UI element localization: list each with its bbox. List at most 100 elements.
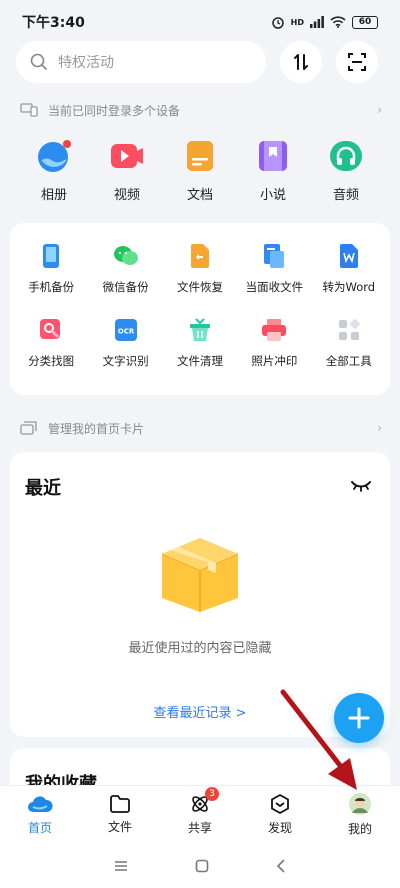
avatar-icon — [349, 793, 371, 815]
tool-label: 分类找图 — [28, 354, 75, 368]
category-album[interactable]: 相册 — [24, 138, 84, 208]
category-video[interactable]: 视频 — [97, 138, 157, 208]
share-badge: 3 — [205, 787, 219, 801]
file-restore-icon — [190, 244, 209, 268]
manage-cards-banner[interactable]: 管理我的首页卡片 › — [20, 416, 382, 440]
audio-icon — [330, 141, 362, 171]
category-row: 相册 视频 文档 小说 音频 — [10, 138, 390, 208]
transfer-button[interactable] — [280, 41, 322, 83]
scan-icon — [348, 53, 366, 71]
battery-level: 60 — [358, 17, 372, 27]
tool-phone-backup[interactable]: 手机备份 — [14, 243, 88, 295]
hide-toggle-button[interactable] — [350, 478, 372, 497]
tool-wechat-backup[interactable]: 微信备份 — [88, 243, 162, 295]
tool-label: 文字识别 — [102, 354, 149, 368]
devices-banner-text: 当前已同时登录多个设备 — [48, 103, 181, 118]
devices-banner[interactable]: 当前已同时登录多个设备 › — [20, 98, 382, 122]
tool-label: 手机备份 — [28, 280, 75, 294]
signal-icon — [310, 16, 324, 28]
plus-icon — [348, 707, 370, 729]
tool-receive-file[interactable]: 当面收文件 — [237, 243, 311, 295]
category-label: 文档 — [186, 188, 213, 203]
devices-icon — [20, 103, 38, 117]
tool-label: 照片冲印 — [251, 354, 298, 368]
nav-label: 发现 — [267, 821, 292, 835]
status-time: 下午3:40 — [22, 15, 85, 31]
nav-label: 首页 — [27, 821, 52, 835]
tool-label: 转为Word — [322, 280, 376, 294]
system-nav-bar — [0, 843, 400, 888]
find-image-icon — [40, 319, 61, 339]
category-document[interactable]: 文档 — [170, 138, 230, 208]
tool-label: 文件清理 — [176, 354, 223, 368]
tool-find-image[interactable]: 分类找图 — [14, 317, 88, 369]
wifi-icon — [330, 16, 346, 28]
nav-label: 我的 — [347, 822, 372, 836]
search-icon — [30, 53, 48, 71]
ocr-icon: OCR — [114, 319, 137, 341]
tool-all-tools[interactable]: 全部工具 — [312, 317, 386, 369]
category-novel[interactable]: 小说 — [243, 138, 303, 208]
nav-label: 共享 — [187, 821, 212, 835]
clean-icon — [189, 318, 210, 341]
tool-clean[interactable]: 文件清理 — [163, 317, 237, 369]
discover-icon — [271, 793, 289, 815]
tool-to-word[interactable]: 转为Word — [312, 243, 386, 295]
tool-file-restore[interactable]: 文件恢复 — [163, 243, 237, 295]
alarm-icon — [271, 17, 284, 29]
transfer-arrows-icon — [294, 54, 308, 70]
svg-text:OCR: OCR — [117, 328, 134, 336]
hidden-content-text: 最近使用过的内容已隐藏 — [128, 641, 272, 656]
empty-box-illustration — [161, 538, 239, 612]
status-bar: 下午3:40 HD 60 — [0, 0, 400, 44]
bottom-nav: 首页 文件 3 共享 发现 我的 — [0, 785, 400, 843]
nav-home[interactable]: 首页 — [5, 793, 75, 836]
menu-icon[interactable] — [113, 859, 129, 873]
back-icon[interactable] — [275, 858, 287, 873]
phone-backup-icon — [43, 244, 60, 268]
novel-icon — [259, 141, 287, 171]
receive-file-icon — [264, 244, 285, 268]
recent-card: 最近 最近使用过的内容已隐藏 查看最近记录 > — [10, 452, 390, 737]
nav-discover[interactable]: 发现 — [245, 793, 315, 836]
home-cloud-icon — [28, 796, 53, 812]
video-icon — [111, 144, 143, 168]
signal-label: HD — [290, 17, 304, 27]
recent-title: 最近 — [25, 478, 61, 499]
all-tools-icon — [338, 319, 360, 340]
album-icon — [38, 140, 71, 172]
search-row: 特权活动 — [16, 40, 386, 84]
document-icon — [187, 141, 213, 171]
category-label: 小说 — [259, 188, 286, 203]
wechat-backup-icon — [113, 246, 138, 265]
search-placeholder: 特权活动 — [58, 55, 114, 71]
photo-print-icon — [262, 319, 287, 341]
chevron-right-icon: › — [377, 421, 382, 435]
tools-grid: 手机备份 微信备份 文件恢复 当面收文件 转为Word 分类找图 OCR 文字识… — [14, 243, 386, 369]
scan-button[interactable] — [336, 41, 378, 83]
category-label: 视频 — [113, 188, 140, 203]
tool-label: 当面收文件 — [245, 280, 304, 294]
nav-share[interactable]: 3 共享 — [165, 787, 235, 836]
nav-files[interactable]: 文件 — [85, 794, 155, 835]
category-audio[interactable]: 音频 — [316, 138, 376, 208]
chevron-right-icon: › — [377, 103, 382, 117]
search-input[interactable]: 特权活动 — [16, 41, 266, 83]
tool-label: 微信备份 — [102, 280, 149, 294]
tool-label: 全部工具 — [325, 354, 372, 368]
category-label: 相册 — [40, 188, 67, 203]
tool-ocr[interactable]: OCR 文字识别 — [88, 317, 162, 369]
status-icons: HD 60 — [271, 15, 378, 29]
nav-mine[interactable]: 我的 — [325, 792, 395, 837]
nav-label: 文件 — [107, 820, 132, 834]
view-recent-link[interactable]: 查看最近记录 > — [10, 702, 390, 721]
tools-card: 手机备份 微信备份 文件恢复 当面收文件 转为Word 分类找图 OCR 文字识… — [10, 223, 390, 395]
manage-cards-text: 管理我的首页卡片 — [48, 421, 145, 436]
tool-photo-print[interactable]: 照片冲印 — [237, 317, 311, 369]
cards-icon — [20, 421, 37, 435]
home-square-icon[interactable] — [195, 859, 209, 873]
tool-label: 文件恢复 — [176, 280, 223, 294]
category-label: 音频 — [332, 188, 359, 203]
add-button[interactable] — [334, 693, 384, 743]
battery-icon: 60 — [352, 15, 378, 29]
